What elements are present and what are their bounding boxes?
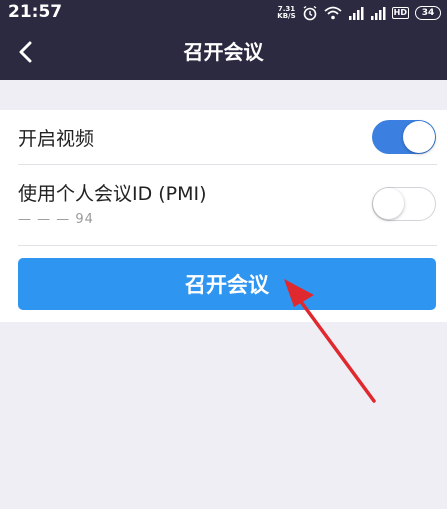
status-icons: 7.31 KB/S HD 34: [277, 4, 441, 22]
toggle-knob: [403, 121, 435, 153]
annotation-arrow-icon: [284, 279, 376, 403]
page-title: 召开会议: [183, 40, 264, 64]
wifi-icon: [324, 6, 342, 20]
pmi-setting-row: 使用个人会议ID (PMI) — — — 94: [0, 165, 447, 245]
status-bar: 21:57 7.31 KB/S HD 34: [0, 0, 447, 26]
speed-unit: KB/S: [277, 12, 296, 20]
hd-badge: HD: [391, 7, 409, 19]
status-time: 21:57: [8, 2, 63, 22]
network-speed: 7.31 KB/S: [277, 6, 295, 20]
signal-icon-2: [370, 7, 386, 20]
header-bar: 21:57 7.31 KB/S HD 34 召开会议: [0, 0, 447, 80]
toggle-knob: [373, 188, 404, 219]
video-setting-row: 开启视频: [0, 110, 447, 164]
video-label: 开启视频: [18, 128, 95, 150]
battery-icon: 34: [415, 6, 441, 20]
signal-icon: [348, 7, 364, 20]
pmi-toggle[interactable]: [372, 187, 436, 221]
video-toggle[interactable]: [372, 120, 436, 154]
pmi-label: 使用个人会议ID (PMI): [18, 183, 207, 205]
divider: [18, 245, 437, 246]
pmi-id-value: — — — 94: [18, 212, 94, 227]
alarm-icon: [303, 5, 317, 21]
nav-bar: 召开会议: [0, 26, 447, 80]
